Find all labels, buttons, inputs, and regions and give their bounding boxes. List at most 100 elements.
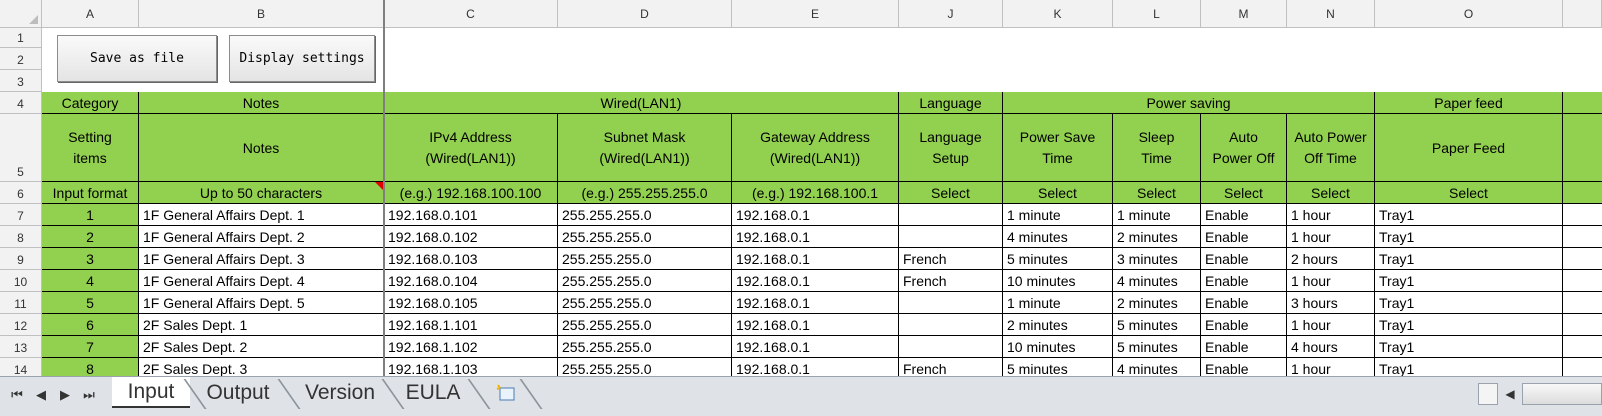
cell-power-save-time[interactable]: 1 minute [1003, 292, 1113, 314]
cell-paper-feed[interactable]: Tray1 [1375, 292, 1563, 314]
cell-auto-power-off-time[interactable]: 4 hours [1287, 336, 1375, 358]
cell-auto-power-off[interactable]: Enable [1201, 248, 1287, 270]
header-notes[interactable]: Notes [139, 114, 384, 182]
column-header-n[interactable]: N [1287, 0, 1375, 28]
format-next[interactable] [1563, 182, 1602, 204]
column-header-d[interactable]: D [558, 0, 732, 28]
header-subnet-mask[interactable]: Subnet Mask (Wired(LAN1)) [558, 114, 732, 182]
cell-id[interactable]: 3 [42, 248, 139, 270]
tab-output[interactable]: Output [198, 377, 278, 408]
cell-next[interactable] [1563, 204, 1602, 226]
cell-paper-feed[interactable]: Tray1 [1375, 204, 1563, 226]
cell-sleep-time[interactable]: 2 minutes [1113, 226, 1201, 248]
header-language[interactable]: Language [899, 92, 1003, 114]
cell-id[interactable]: 5 [42, 292, 139, 314]
format-power-save[interactable]: Select [1003, 182, 1113, 204]
format-ipv4[interactable]: (e.g.) 192.168.100.100 [384, 182, 558, 204]
row-header[interactable]: 9 [0, 248, 42, 270]
cell-gateway[interactable]: 192.168.0.1 [732, 292, 899, 314]
cell-language[interactable] [899, 204, 1003, 226]
row-header[interactable]: 6 [0, 182, 42, 204]
cell-notes[interactable]: 1F General Affairs Dept. 3 [139, 248, 384, 270]
column-header-next[interactable] [1563, 0, 1602, 28]
cell-auto-power-off[interactable]: Enable [1201, 314, 1287, 336]
cell-id[interactable]: 6 [42, 314, 139, 336]
tab-eula[interactable]: EULA [398, 377, 468, 408]
cell-auto-power-off[interactable]: Enable [1201, 226, 1287, 248]
format-language[interactable]: Select [899, 182, 1003, 204]
next-sheet-icon[interactable]: ▶ [54, 383, 76, 407]
format-auto-off[interactable]: Select [1201, 182, 1287, 204]
header-next-group[interactable] [1563, 92, 1602, 114]
row-header[interactable]: 3 [0, 70, 42, 92]
cell-power-save-time[interactable]: 5 minutes [1003, 248, 1113, 270]
cell-subnet[interactable]: 255.255.255.0 [558, 270, 732, 292]
row-header[interactable]: 10 [0, 270, 42, 292]
cell-auto-power-off-time[interactable]: 1 hour [1287, 226, 1375, 248]
cell-id[interactable]: 1 [42, 204, 139, 226]
cell-sleep-time[interactable]: 3 minutes [1113, 248, 1201, 270]
column-header-o[interactable]: O [1375, 0, 1563, 28]
header-category[interactable]: Category [42, 92, 139, 114]
row-header[interactable]: 12 [0, 314, 42, 336]
header-power-save-time[interactable]: Power Save Time [1003, 114, 1113, 182]
cell-next[interactable] [1563, 248, 1602, 270]
cell-next[interactable] [1563, 336, 1602, 358]
cell-auto-power-off[interactable]: Enable [1201, 292, 1287, 314]
cell-id[interactable]: 2 [42, 226, 139, 248]
row-header[interactable]: 5 [0, 114, 42, 182]
column-header-a[interactable]: A [42, 0, 139, 28]
cell-auto-power-off-time[interactable]: 3 hours [1287, 292, 1375, 314]
cell-gateway[interactable]: 192.168.0.1 [732, 270, 899, 292]
cell-power-save-time[interactable]: 10 minutes [1003, 270, 1113, 292]
cell-gateway[interactable]: 192.168.0.1 [732, 248, 899, 270]
cell-auto-power-off-time[interactable]: 1 hour [1287, 204, 1375, 226]
cell-language[interactable] [899, 226, 1003, 248]
cell-ipv4[interactable]: 192.168.0.104 [384, 270, 558, 292]
header-language-setup[interactable]: Language Setup [899, 114, 1003, 182]
format-auto-off-time[interactable]: Select [1287, 182, 1375, 204]
cell-subnet[interactable]: 255.255.255.0 [558, 314, 732, 336]
cell-language[interactable]: French [899, 270, 1003, 292]
comment-indicator-icon[interactable] [375, 182, 383, 190]
cell-power-save-time[interactable]: 4 minutes [1003, 226, 1113, 248]
cell-language[interactable] [899, 314, 1003, 336]
header-ipv4-address[interactable]: IPv4 Address (Wired(LAN1)) [384, 114, 558, 182]
cell-gateway[interactable]: 192.168.0.1 [732, 226, 899, 248]
cell-ipv4[interactable]: 192.168.0.103 [384, 248, 558, 270]
cell-paper-feed[interactable]: Tray1 [1375, 226, 1563, 248]
cell-sleep-time[interactable]: 2 minutes [1113, 292, 1201, 314]
cell-id[interactable]: 4 [42, 270, 139, 292]
column-header-k[interactable]: K [1003, 0, 1113, 28]
column-header-l[interactable]: L [1113, 0, 1201, 28]
row-header[interactable]: 11 [0, 292, 42, 314]
cell-paper-feed[interactable]: Tray1 [1375, 336, 1563, 358]
cell-notes[interactable]: 1F General Affairs Dept. 2 [139, 226, 384, 248]
cell-ipv4[interactable]: 192.168.1.102 [384, 336, 558, 358]
cell-subnet[interactable]: 255.255.255.0 [558, 204, 732, 226]
cell-notes[interactable]: 1F General Affairs Dept. 4 [139, 270, 384, 292]
tab-split-handle[interactable] [1478, 383, 1498, 405]
cell-sleep-time[interactable]: 5 minutes [1113, 336, 1201, 358]
header-wired-lan1[interactable]: Wired(LAN1) [384, 92, 899, 114]
horizontal-scrollbar-thumb[interactable] [1522, 383, 1602, 405]
cell-notes[interactable]: 2F Sales Dept. 1 [139, 314, 384, 336]
tab-input[interactable]: Input [112, 377, 190, 408]
cell-subnet[interactable]: 255.255.255.0 [558, 336, 732, 358]
scroll-left-icon[interactable]: ◀ [1500, 383, 1520, 405]
column-header-c[interactable]: C [384, 0, 558, 28]
cell-language[interactable] [899, 292, 1003, 314]
header-input-format[interactable]: Input format [42, 182, 139, 204]
cell-next[interactable] [1563, 292, 1602, 314]
cell-auto-power-off[interactable]: Enable [1201, 336, 1287, 358]
row-header[interactable]: 4 [0, 92, 42, 114]
cell-paper-feed[interactable]: Tray1 [1375, 248, 1563, 270]
cell-ipv4[interactable]: 192.168.0.105 [384, 292, 558, 314]
header-sleep-time[interactable]: Sleep Time [1113, 114, 1201, 182]
column-header-m[interactable]: M [1201, 0, 1287, 28]
cell-gateway[interactable]: 192.168.0.1 [732, 314, 899, 336]
header-auto-power-off-time[interactable]: Auto Power Off Time [1287, 114, 1375, 182]
cell-power-save-time[interactable]: 2 minutes [1003, 314, 1113, 336]
first-sheet-icon[interactable]: ⏮ [6, 383, 28, 407]
cell-next[interactable] [1563, 226, 1602, 248]
